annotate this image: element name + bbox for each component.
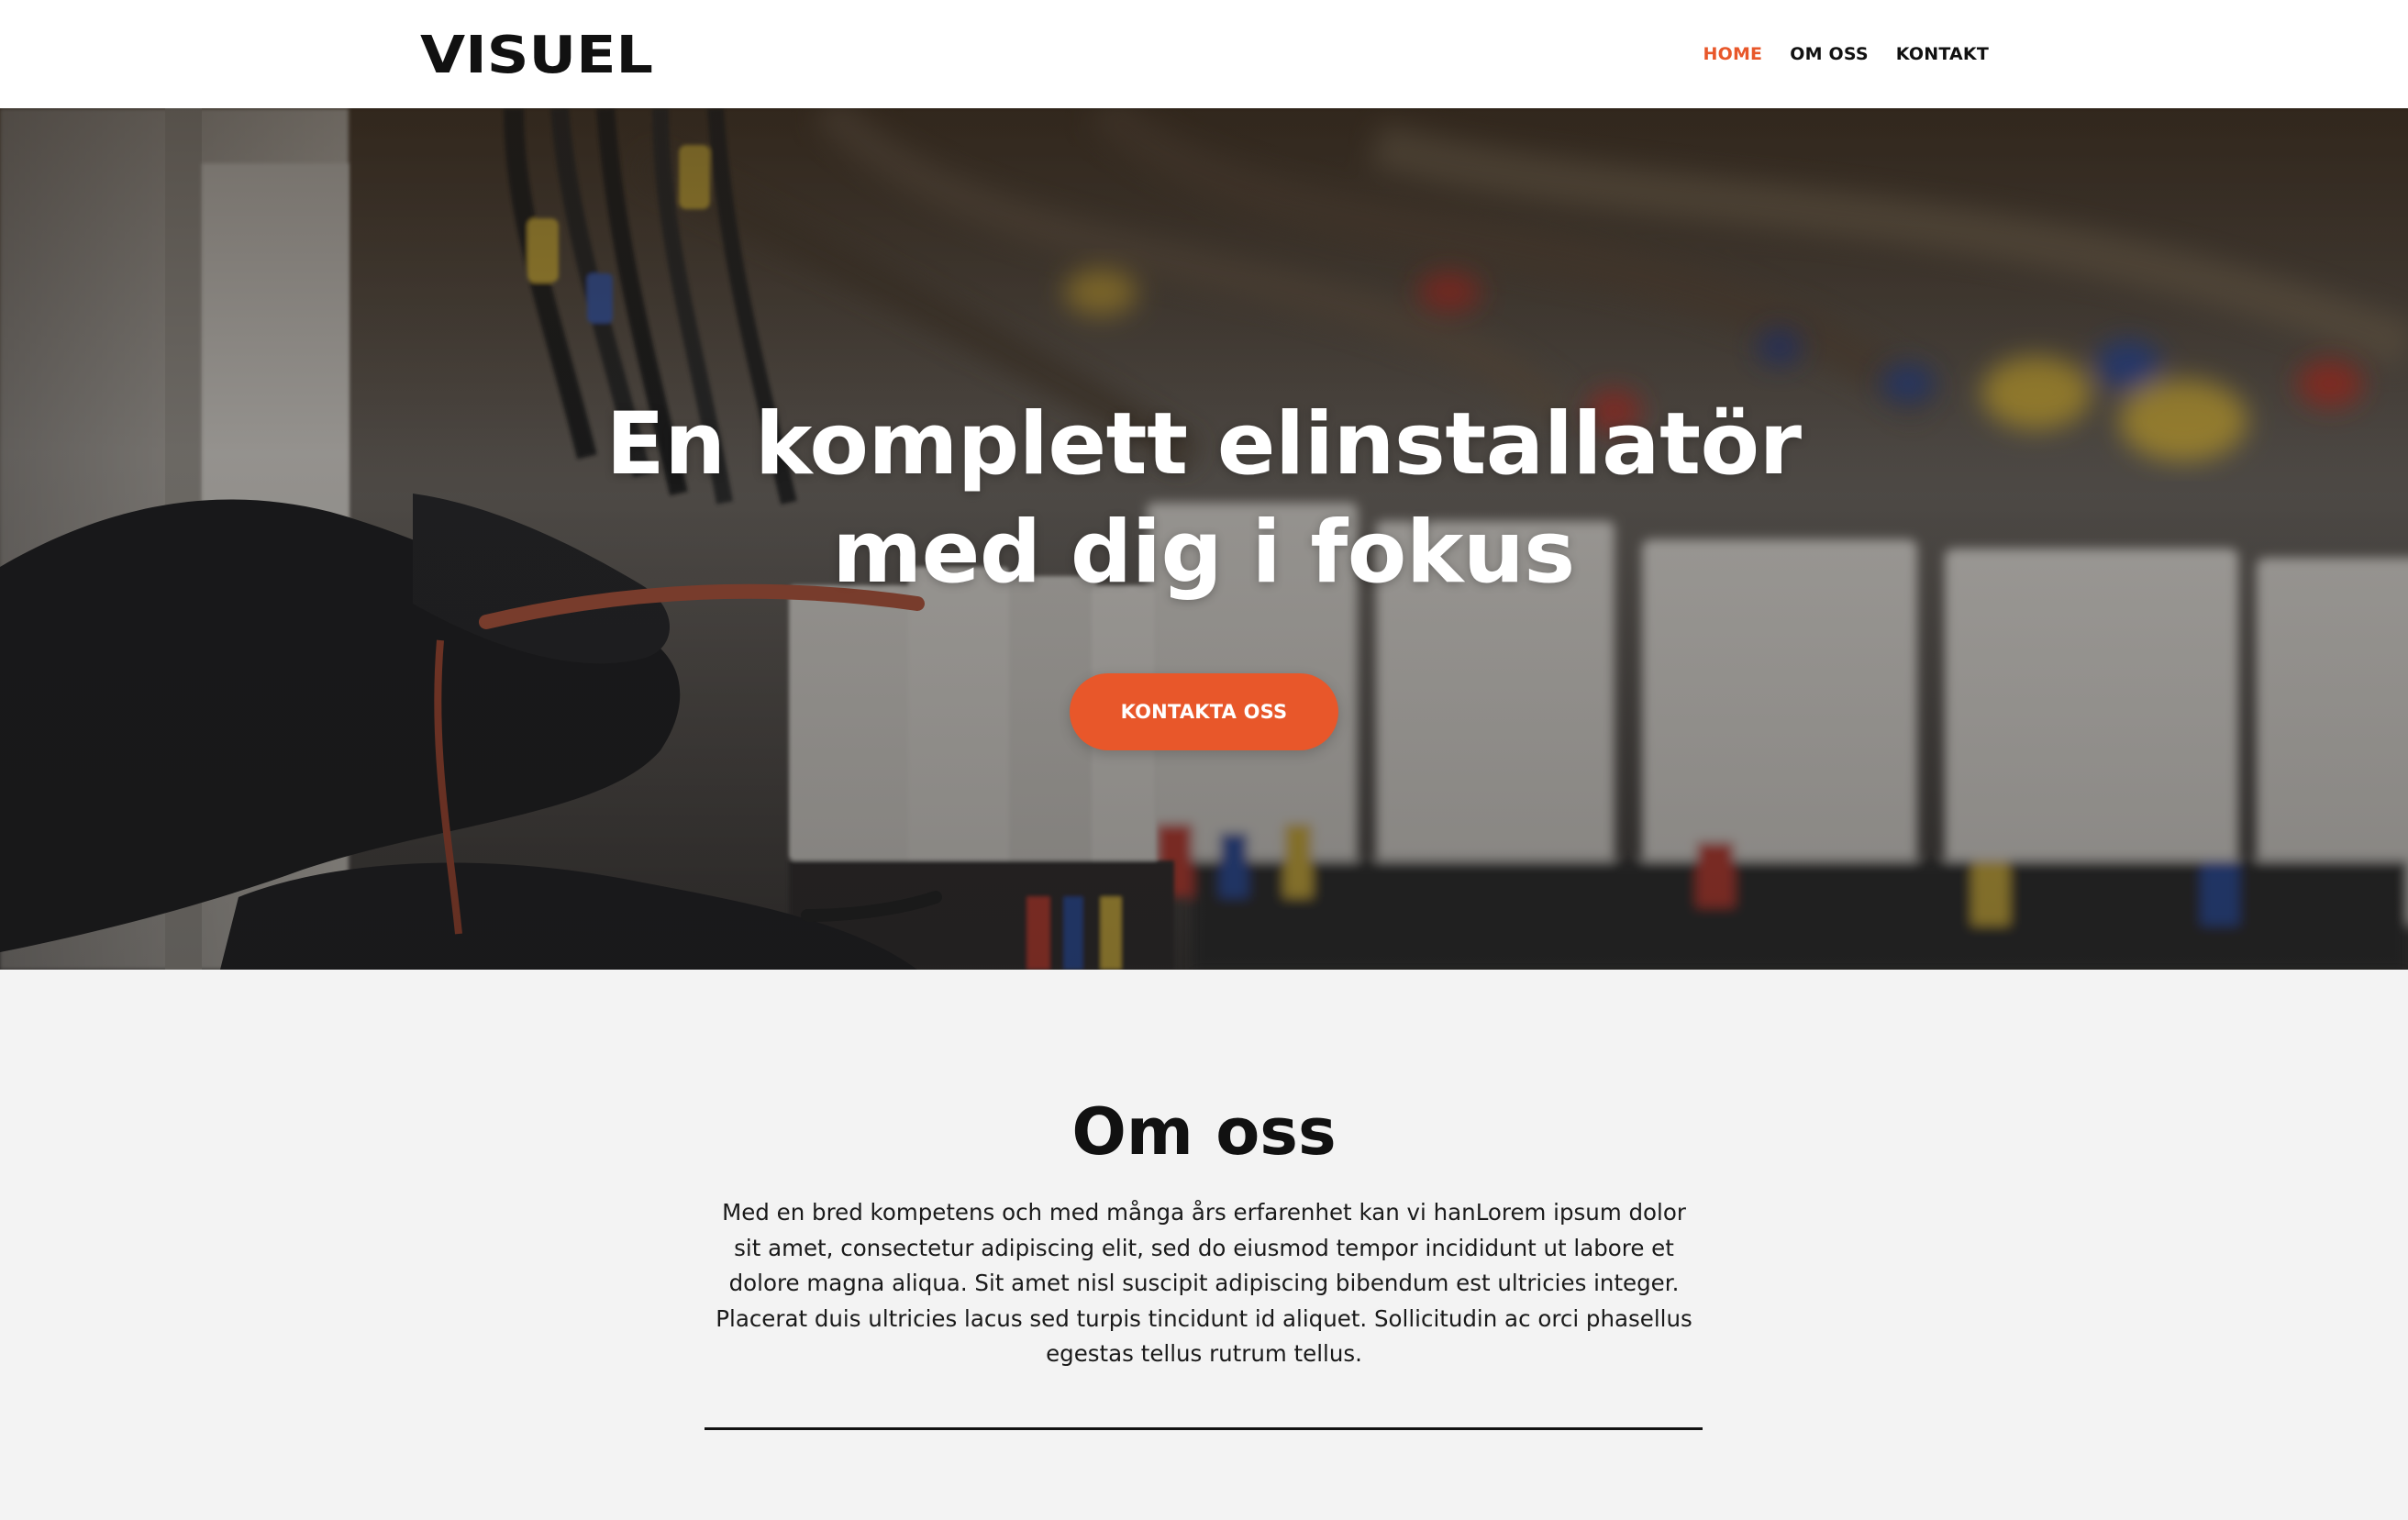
- hero-content: En komplett elinstallatör med dig i foku…: [0, 108, 2408, 970]
- logo-wordmark: VISUEL: [420, 26, 653, 83]
- hero-title: En komplett elinstallatör med dig i foku…: [424, 391, 1983, 607]
- site-header: VISUEL HOME OM OSS KONTAKT: [0, 0, 2408, 108]
- nav-kontakt[interactable]: KONTAKT: [1896, 44, 1989, 64]
- logo-text: VISUEL: [420, 26, 653, 83]
- hero-title-line1: En komplett elinstallatör: [605, 394, 1802, 494]
- about-section: Om oss Med en bred kompetens och med mån…: [0, 970, 2408, 1520]
- about-text: Med en bred kompetens och med många års …: [716, 1199, 1692, 1367]
- main-nav: HOME OM OSS KONTAKT: [1703, 0, 1990, 108]
- nav-home[interactable]: HOME: [1703, 44, 1763, 64]
- section-divider: [705, 1427, 1703, 1430]
- contact-us-button[interactable]: KONTAKTA OSS: [1070, 673, 1338, 750]
- about-title: Om oss: [1071, 1094, 1337, 1170]
- hero-section: En komplett elinstallatör med dig i foku…: [0, 108, 2408, 970]
- hero-title-line2: med dig i fokus: [832, 503, 1575, 603]
- site-logo[interactable]: VISUEL: [420, 26, 655, 83]
- nav-om-oss[interactable]: OM OSS: [1790, 44, 1869, 64]
